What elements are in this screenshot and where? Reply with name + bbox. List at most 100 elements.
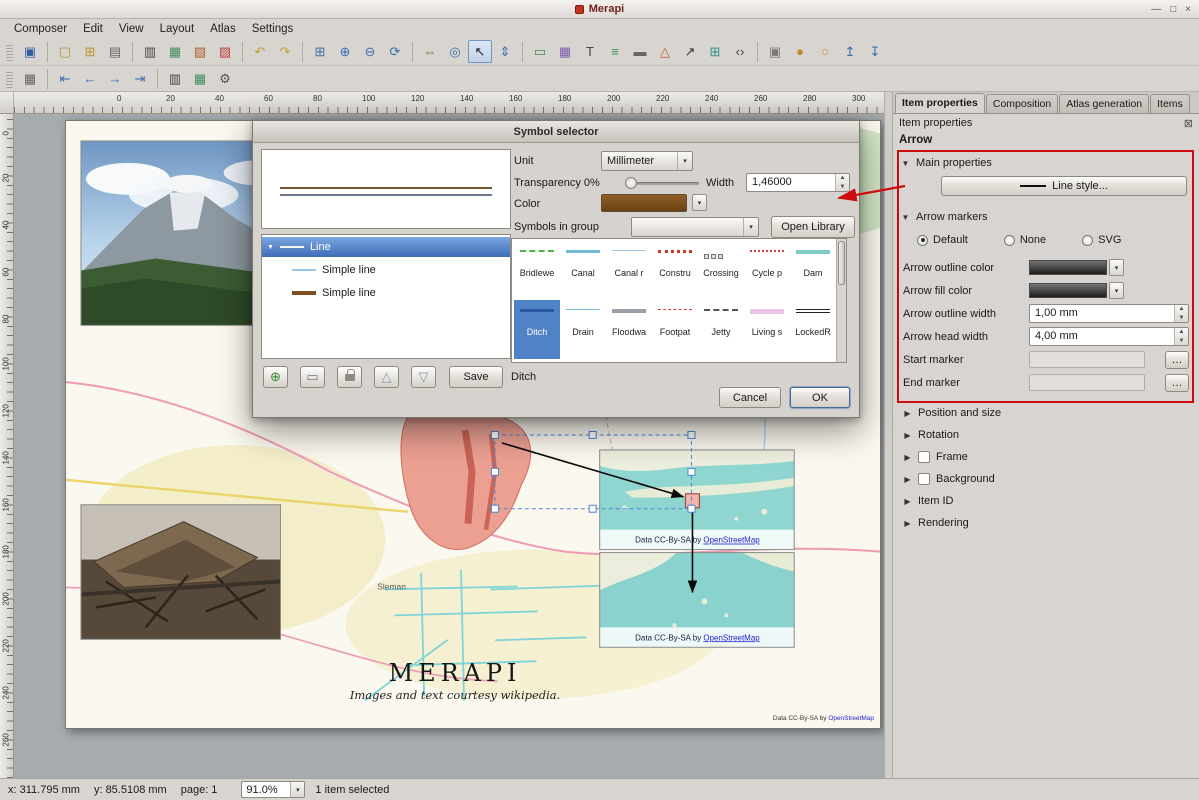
- raise-items-icon[interactable]: ↥: [838, 40, 862, 63]
- spin-down-icon[interactable]: ▼: [836, 183, 849, 192]
- add-shape-icon[interactable]: △: [653, 40, 677, 63]
- close-button[interactable]: ×: [1185, 4, 1191, 15]
- panel-detach-icon[interactable]: ⊠: [1184, 117, 1193, 130]
- toolbar-handle[interactable]: [6, 70, 13, 88]
- arrow-fill-color-button[interactable]: [1029, 283, 1107, 298]
- panel-splitter[interactable]: [884, 92, 893, 778]
- radio-icon[interactable]: [1082, 235, 1093, 246]
- unit-combo[interactable]: Millimeter ▾: [601, 151, 693, 171]
- tree-item[interactable]: Simple line: [262, 283, 510, 303]
- spin-down-icon[interactable]: ▼: [1175, 337, 1188, 346]
- symbol-floodwa[interactable]: Floodwa: [606, 300, 652, 359]
- symbol-living-s[interactable]: Living s: [744, 300, 790, 359]
- tab-items[interactable]: Items: [1150, 94, 1190, 113]
- pan-icon[interactable]: ⇔: [418, 40, 442, 63]
- section-frame[interactable]: ▶Frame: [901, 446, 1191, 468]
- zoom-tool-icon[interactable]: ◎: [443, 40, 467, 63]
- section-item-id[interactable]: ▶Item ID: [901, 490, 1191, 512]
- refresh-view-icon[interactable]: ⟳: [383, 40, 407, 63]
- symbol-ditch[interactable]: Ditch: [514, 300, 560, 359]
- minimize-button[interactable]: —: [1151, 4, 1161, 15]
- marker-option-none[interactable]: None: [1004, 234, 1046, 246]
- atlas-previous-feature-icon[interactable]: ←: [78, 67, 102, 90]
- spin-up-icon[interactable]: ▲: [836, 174, 849, 183]
- symbol-footpat[interactable]: Footpat: [652, 300, 698, 359]
- select-move-item-icon[interactable]: ↖: [468, 40, 492, 63]
- marker-option-default[interactable]: Default: [917, 234, 968, 246]
- cancel-button[interactable]: Cancel: [719, 387, 781, 408]
- add-legend-icon[interactable]: ≡: [603, 40, 627, 63]
- spin-up-icon[interactable]: ▲: [1175, 328, 1188, 337]
- remove-symbol-button[interactable]: ▭: [300, 366, 325, 388]
- symbols-group-combo[interactable]: ▾: [631, 217, 759, 237]
- checkbox[interactable]: [918, 473, 930, 485]
- inset-map-bottom[interactable]: Data CC-By-SA by OpenStreetMap: [600, 553, 795, 648]
- menu-view[interactable]: View: [111, 21, 152, 37]
- symbol-dam[interactable]: Dam: [790, 241, 836, 300]
- main-properties-expander[interactable]: ▼ Main properties: [901, 154, 1191, 172]
- toolbar-handle[interactable]: [6, 43, 13, 61]
- ok-button[interactable]: OK: [790, 387, 850, 408]
- arrow-markers-expander[interactable]: ▼ Arrow markers: [901, 208, 1191, 226]
- add-scalebar-icon[interactable]: ▬: [628, 40, 652, 63]
- slider-handle[interactable]: [625, 177, 637, 189]
- group-items-icon[interactable]: ▣: [763, 40, 787, 63]
- symbol-canal-r[interactable]: Canal r: [606, 241, 652, 300]
- symbol-cycle-p[interactable]: Cycle p: [744, 241, 790, 300]
- add-map-icon[interactable]: ▭: [528, 40, 552, 63]
- lower-items-icon[interactable]: ↧: [863, 40, 887, 63]
- symbol-jetty[interactable]: Jetty: [698, 300, 744, 359]
- atlas-last-feature-icon[interactable]: ⇥: [128, 67, 152, 90]
- line-style-button[interactable]: Line style...: [941, 176, 1187, 196]
- menu-atlas[interactable]: Atlas: [202, 21, 244, 37]
- atlas-next-feature-icon[interactable]: →: [103, 67, 127, 90]
- open-library-button[interactable]: Open Library: [771, 216, 855, 238]
- width-spinbox[interactable]: 1,46000 ▲▼: [746, 173, 850, 192]
- move-item-content-icon[interactable]: ⇕: [493, 40, 517, 63]
- menu-composer[interactable]: Composer: [6, 21, 75, 37]
- end-marker-browse-button[interactable]: …: [1165, 374, 1189, 392]
- chevron-down-icon[interactable]: ▾: [1109, 282, 1124, 299]
- house-ruins-photo[interactable]: [81, 505, 281, 640]
- save-symbol-button[interactable]: Save: [449, 366, 503, 388]
- export-atlas-icon[interactable]: ▦: [188, 67, 212, 90]
- zoom-full-icon[interactable]: ⊞: [308, 40, 332, 63]
- symbol-constru[interactable]: Constru: [652, 241, 698, 300]
- add-arrow-icon[interactable]: ↗: [678, 40, 702, 63]
- arrow-outline-color-button[interactable]: [1029, 260, 1107, 275]
- spin-up-icon[interactable]: ▲: [1175, 305, 1188, 314]
- atlas-settings-icon[interactable]: ⚙: [213, 67, 237, 90]
- export-as-image-icon[interactable]: ▦: [163, 40, 187, 63]
- section-rendering[interactable]: ▶Rendering: [901, 512, 1191, 534]
- unlock-items-icon[interactable]: ○: [813, 40, 837, 63]
- symbol-canal[interactable]: Canal: [560, 241, 606, 300]
- start-marker-input[interactable]: [1029, 351, 1145, 368]
- section-background[interactable]: ▶Background: [901, 468, 1191, 490]
- new-composition-icon[interactable]: ▢: [53, 40, 77, 63]
- lock-items-icon[interactable]: ●: [788, 40, 812, 63]
- section-rotation[interactable]: ▶Rotation: [901, 424, 1191, 446]
- import-symbol-button[interactable]: △: [374, 366, 399, 388]
- symbol-drain[interactable]: Drain: [560, 300, 606, 359]
- maximize-button[interactable]: □: [1170, 4, 1176, 15]
- lock-symbol-button[interactable]: [337, 366, 362, 388]
- tab-composition[interactable]: Composition: [986, 94, 1058, 113]
- atlas-first-feature-icon[interactable]: ⇤: [53, 67, 77, 90]
- tree-item[interactable]: Simple line: [262, 260, 510, 280]
- chevron-down-icon[interactable]: ▾: [692, 194, 707, 211]
- scrollbar[interactable]: [836, 239, 846, 362]
- symbol-crossing[interactable]: Crossing: [698, 241, 744, 300]
- add-label-icon[interactable]: T: [578, 40, 602, 63]
- transparency-slider[interactable]: [625, 177, 699, 189]
- save-project-icon[interactable]: ▣: [18, 40, 42, 63]
- tab-atlas-generation[interactable]: Atlas generation: [1059, 94, 1149, 113]
- tree-item[interactable]: ▼Line: [262, 237, 510, 257]
- add-html-frame-icon[interactable]: ‹›: [728, 40, 752, 63]
- export-symbol-button[interactable]: ▽: [411, 366, 436, 388]
- checkbox[interactable]: [918, 451, 930, 463]
- section-position-and-size[interactable]: ▶Position and size: [901, 402, 1191, 424]
- tab-item-properties[interactable]: Item properties: [895, 93, 985, 113]
- start-marker-browse-button[interactable]: …: [1165, 351, 1189, 369]
- export-as-svg-icon[interactable]: ▧: [188, 40, 212, 63]
- add-attribute-table-icon[interactable]: ⊞: [703, 40, 727, 63]
